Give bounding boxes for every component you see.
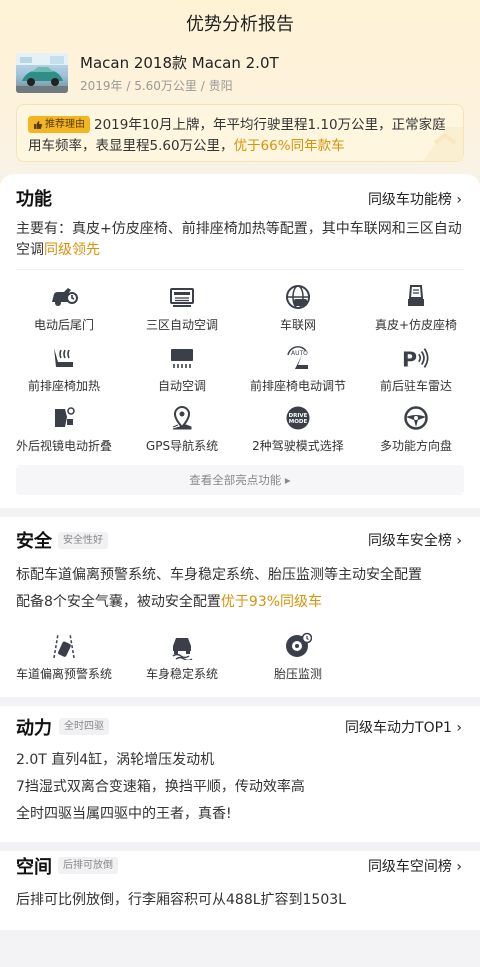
svg-text:MODE: MODE [289,419,308,425]
space-rank-label: 同级车空间榜 [367,859,452,875]
power-seat-icon: AUTO [284,345,312,371]
feature-steering-wheel: 多功能方向盘 [356,405,476,454]
power-rank-label: 同级车动力TOP1 [345,720,452,736]
feature-label: 前后驻车雷达 [379,379,452,393]
steering-wheel-icon [402,405,430,431]
chevron-right-icon: › [456,720,462,736]
function-title: 功能 [16,189,52,210]
car-photo [16,53,68,93]
drive-mode-icon: DRIVE MODE [284,405,312,431]
safety-line-1: 标配车道偏离预警系统、车身稳定系统、胎压监测等主动安全配置 [16,567,422,583]
safety-line-2: 配备8个安全气囊，被动安全配置优于93%同级车 [16,591,322,611]
lane-departure-icon [50,633,78,659]
tailgate-icon [50,284,78,310]
safety-line-2-body: 配备8个安全气囊，被动安全配置 [16,594,221,610]
power-section: 动力 全时四驱 同级车动力TOP1 › 2.0T 直列4缸，涡轮增压发动机 7挡… [0,706,480,842]
feature-leather-seat: 真皮+仿皮座椅 [356,284,476,333]
space-title: 空间 [16,857,52,878]
auto-ac-icon [168,345,196,371]
feature-label: 多功能方向盘 [379,439,452,453]
feature-label: 车道偏离预警系统 [15,667,112,681]
car-meta: 2019年 / 5.60万公里 / 贵阳 [80,79,233,93]
feature-label: 2种驾驶模式选择 [252,439,344,453]
power-badge: 全时四驱 [59,718,109,735]
feature-gps: GPS导航系统 [122,405,242,454]
mirror-fold-icon [50,405,78,431]
gps-icon [168,405,196,431]
feature-mirror-fold: 外后视镜电动折叠 [4,405,124,454]
feature-label: GPS导航系统 [145,439,219,453]
feature-label: 车身稳定系统 [145,667,218,681]
feature-connected: 车联网 [238,284,358,333]
view-all-features-button[interactable]: 查看全部亮点功能 ▸ [16,465,464,495]
space-rank-link[interactable]: 同级车空间榜 › [368,856,462,876]
power-line-2: 7挡湿式双离合变速箱，换挡平顺，传动效率高 [16,779,305,795]
climate-icon [168,284,196,310]
safety-rank-link[interactable]: 同级车安全榜 › [368,530,462,550]
function-rank-label: 同级车功能榜 [367,192,452,208]
car-name: Macan 2018款 Macan 2.0T [80,54,279,72]
seat-heating-icon [50,345,78,371]
feature-label: 车联网 [279,318,316,332]
feature-label: 自动空调 [157,379,206,393]
function-desc-highlight: 同级领先 [44,242,100,258]
leather-seat-icon [402,284,430,310]
feature-label: 前排座椅电动调节 [249,379,346,393]
reason-highlight: 优于66%同年款车 [233,138,345,154]
safety-line-2-highlight: 优于93%同级车 [220,594,323,610]
parking-radar-icon: P [402,345,430,371]
feature-tire-pressure: 胎压监测 [238,632,358,682]
chevron-right-icon: › [456,533,462,549]
power-line-3: 全时四驱当属四驱中的王者，真香! [16,806,232,822]
feature-climate: 三区自动空调 [122,284,242,333]
feature-label: 三区自动空调 [145,318,218,332]
feature-tailgate: 电动后尾门 [4,284,124,333]
safety-rank-label: 同级车安全榜 [367,533,452,549]
chevron-right-icon: › [456,192,462,208]
power-line-1: 2.0T 直列4缸，涡轮增压发动机 [16,752,215,768]
power-rank-link[interactable]: 同级车动力TOP1 › [345,717,462,737]
feature-parking-radar: P 前后驻车雷达 [356,345,476,394]
svg-text:P: P [402,347,417,370]
function-section: 功能 同级车功能榜 › 主要有：真皮+仿皮座椅、前排座椅加热等配置，其中车联网和… [0,174,480,508]
function-rank-link[interactable]: 同级车功能榜 › [368,189,462,209]
stability-icon [168,633,196,660]
feature-drive-mode: DRIVE MODE 2种驾驶模式选择 [238,405,358,454]
space-section: 空间 后排可放倒 同级车空间榜 › 后排可比例放倒，行李厢容积可从488L扩容到… [0,851,480,930]
space-line: 后排可比例放倒，行李厢容积可从488L扩容到1503L [16,892,346,908]
feature-stability: 车身稳定系统 [122,633,242,682]
feature-auto-ac: 自动空调 [122,345,242,394]
function-desc: 主要有：真皮+仿皮座椅、前排座椅加热等配置，其中车联网和三区自动空调同级领先 [16,219,466,261]
safety-title: 安全 [16,531,52,552]
space-badge: 后排可放倒 [58,857,118,874]
feature-label: 外后视镜电动折叠 [15,439,112,453]
recommend-reason-text: 2019年10月上牌，年平均行驶里程1.10万公里，正常家庭用车频率，表显里程5… [28,115,456,157]
svg-text:AUTO: AUTO [291,350,308,357]
feature-power-seat: AUTO 前排座椅电动调节 [238,345,358,394]
page-title: 优势分析报告 [186,14,294,35]
connected-car-icon [284,284,312,310]
feature-lane-departure: 车道偏离预警系统 [4,633,124,682]
feature-seat-heating: 前排座椅加热 [4,345,124,394]
safety-badge: 安全性好 [58,532,108,549]
chevron-right-icon: › [456,859,462,875]
feature-label: 胎压监测 [273,667,322,681]
tire-pressure-icon [284,632,312,659]
feature-label: 真皮+仿皮座椅 [374,318,458,332]
divider [16,269,464,270]
feature-label: 前排座椅加热 [27,379,100,393]
feature-label: 电动后尾门 [33,318,94,332]
power-title: 动力 [16,718,52,739]
